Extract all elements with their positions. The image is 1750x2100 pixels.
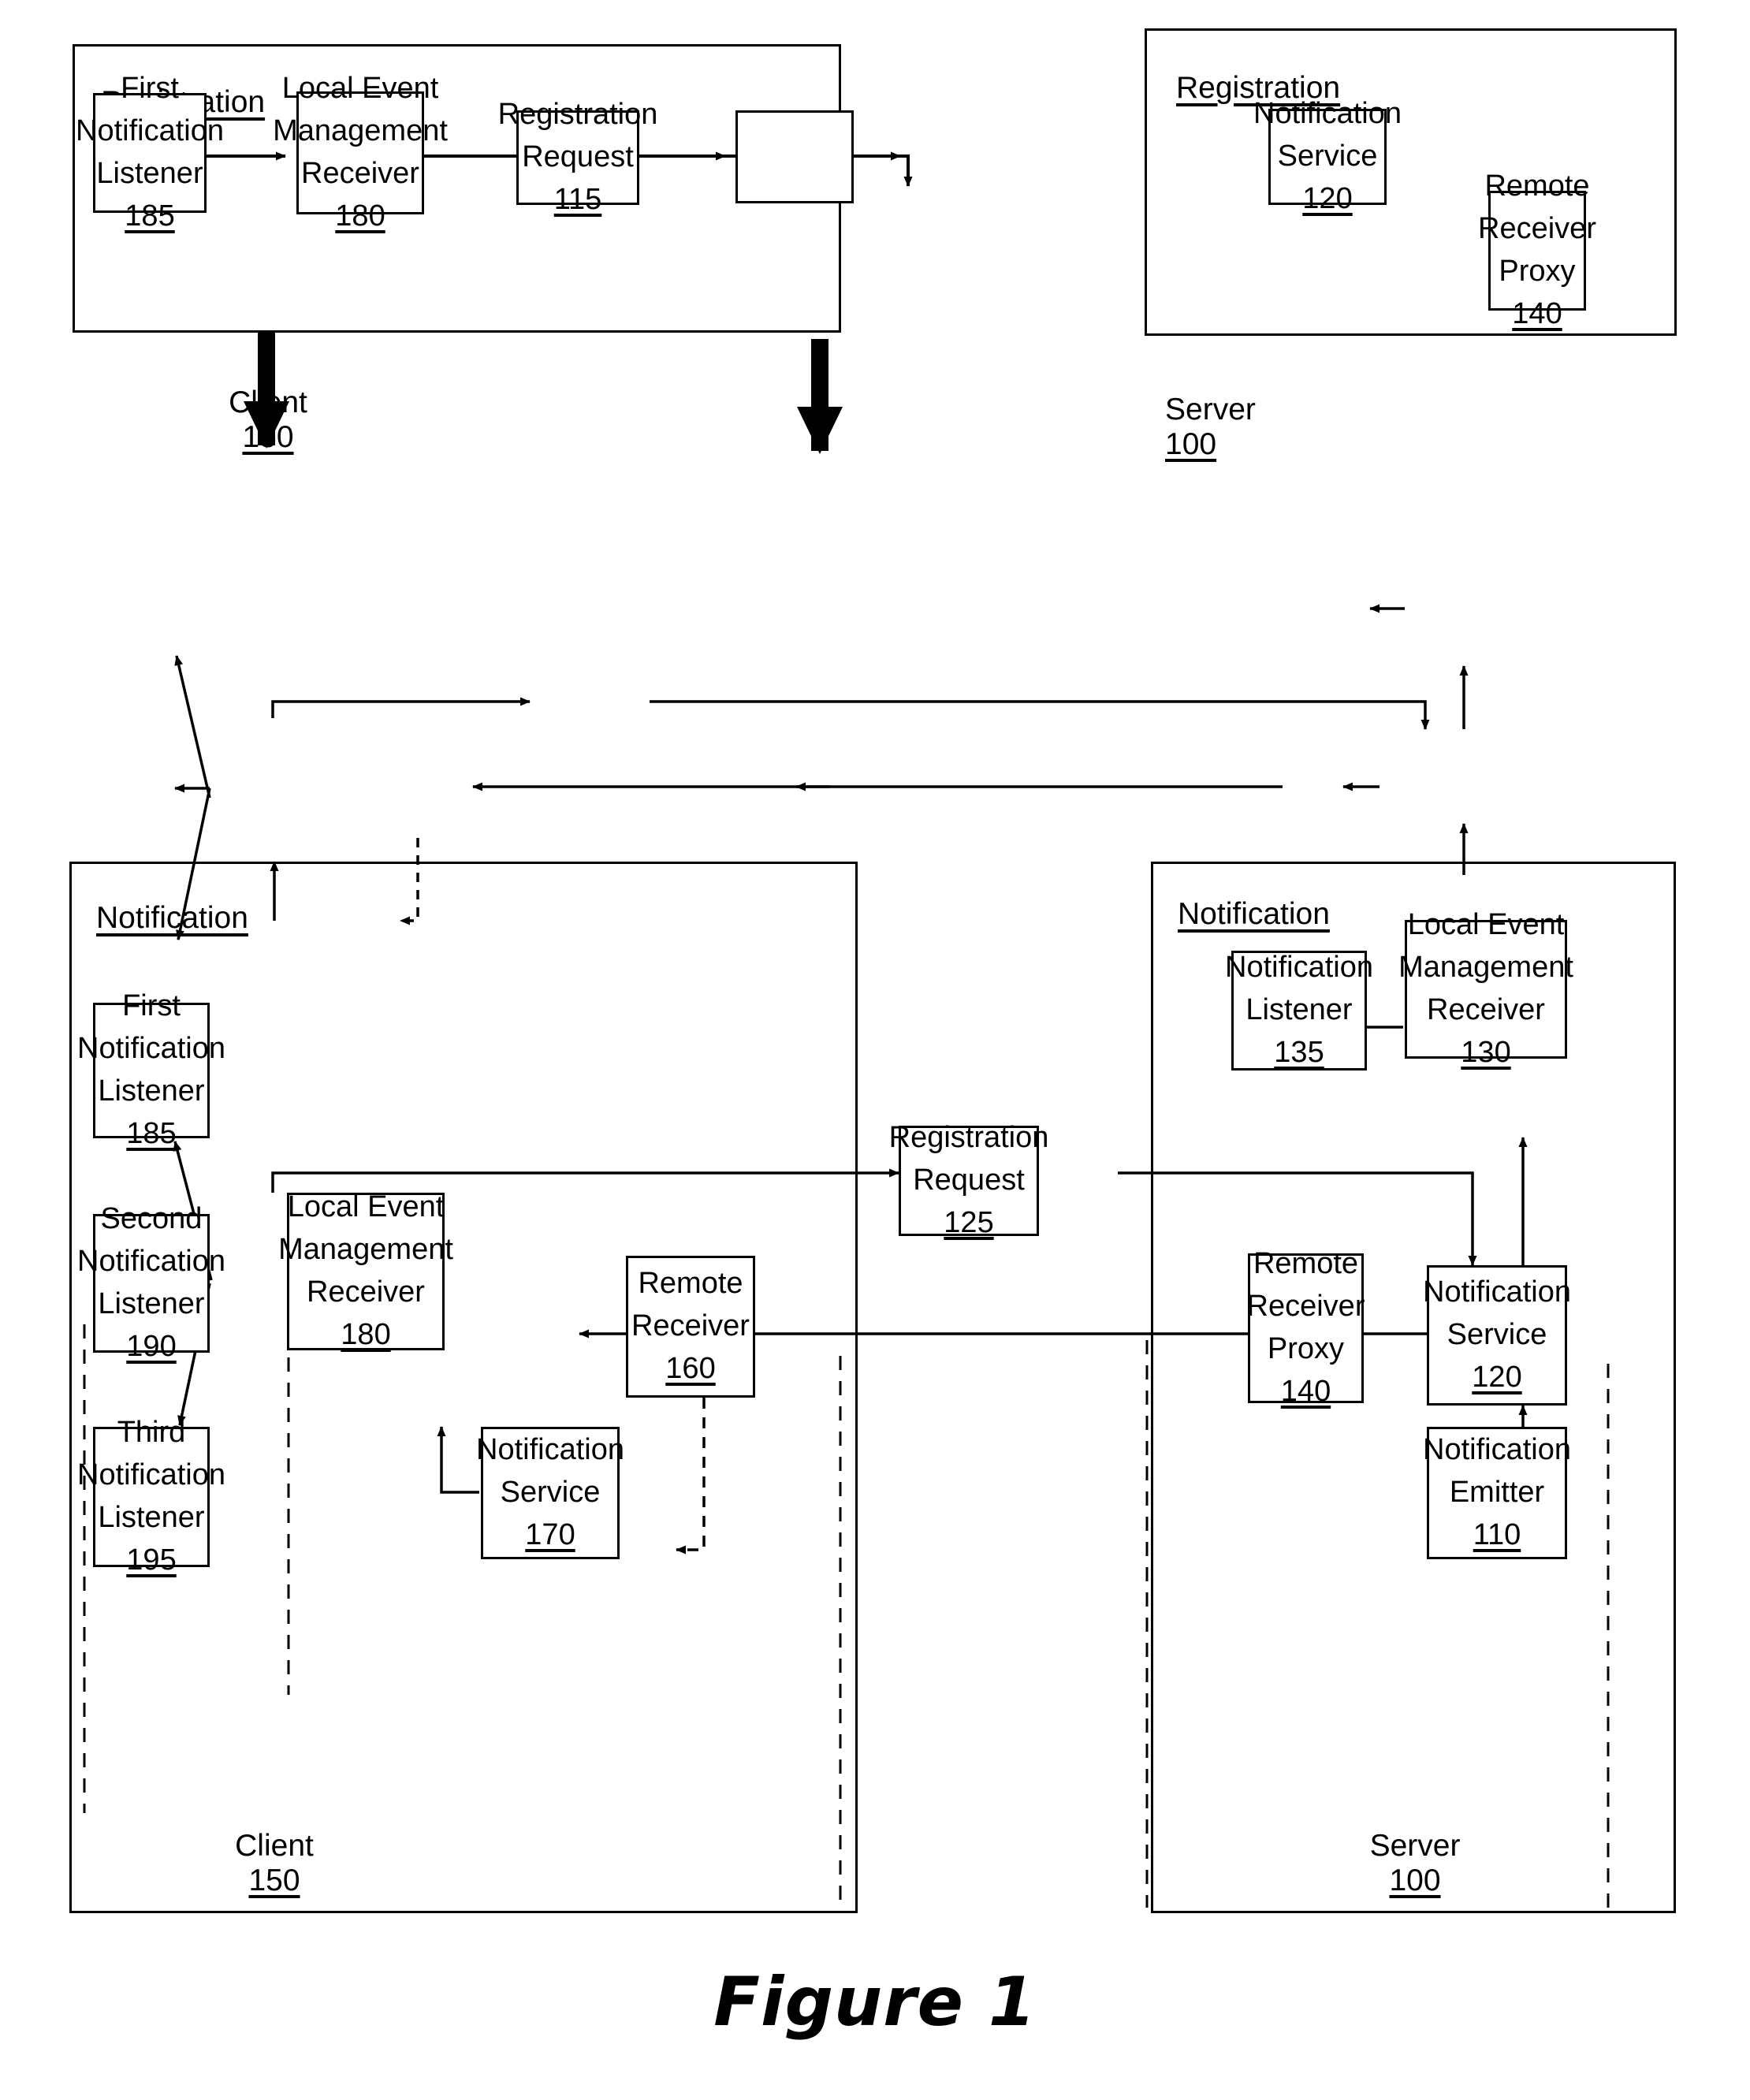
box-notif-notification-listener-135: Notification Listener 135 <box>1225 951 1373 1070</box>
server-label: Server <box>1165 393 1256 426</box>
arrow-125-to-120 <box>650 700 1430 730</box>
box-notif-remote-receiver-proxy-140: Remote Receiver Proxy 140 <box>1246 1247 1365 1408</box>
panel-client-notification-footer: Client 150 <box>203 1829 345 1897</box>
box-remote-receiver-proxy-140: Remote Receiver Proxy 140 <box>1478 169 1596 330</box>
client-ref: 150 <box>242 419 294 454</box>
client-notif-label: Client <box>235 1829 314 1863</box>
figure-caption: Figure 1 <box>713 1963 1037 2042</box>
box-notif-local-event-management-receiver-130: Local Event Management Receiver 130 <box>1398 908 1573 1069</box>
panel-client-notification-title: Notification <box>96 901 248 935</box>
box-registration-request-115: Registration Request 115 <box>497 98 658 216</box>
box-first-notification-listener-185: First Notification Listener 185 <box>76 72 224 233</box>
arrow-120-to-140 <box>849 155 913 187</box>
box-notif-notification-service-170: Notification Service 170 <box>476 1427 624 1559</box>
panel-server-notification-footer: Server 100 <box>1340 1829 1490 1897</box>
box-notif-second-notification-listener-190: Second Notification Listener 190 <box>77 1202 225 1363</box>
panel-client-registration-footer: Client 150 <box>197 385 339 454</box>
client-notif-ref: 150 <box>248 1863 300 1897</box>
box-notification-service-120: Notification Service 120 <box>1253 97 1402 215</box>
box-notif-remote-receiver-160: Remote Receiver 160 <box>626 1256 755 1398</box>
box-notif-notification-emitter-110: Notification Emitter 110 <box>1423 1427 1571 1559</box>
server-notif-ref: 100 <box>1389 1863 1441 1897</box>
server-ref: 100 <box>1165 426 1217 461</box>
flow-arrows <box>244 331 843 454</box>
box-notif-third-notification-listener-195: Third Notification Listener 195 <box>77 1416 225 1577</box>
client-label: Client <box>229 385 307 419</box>
box-registration-request-115-dup <box>735 110 854 203</box>
box-local-event-management-receiver-180: Local Event Management Receiver 180 <box>273 72 448 233</box>
box-notif-local-event-management-receiver-180: Local Event Management Receiver 180 <box>278 1190 453 1351</box>
box-notif-first-notification-listener-185: First Notification Listener 185 <box>77 989 225 1150</box>
box-notif-notification-service-120: Notification Service 120 <box>1423 1265 1571 1406</box>
arrow-180-to-125 <box>271 697 531 718</box>
panel-server-notification-title: Notification <box>1178 897 1330 931</box>
patent-figure-1: Registration Client 150 Registration Ser… <box>0 0 1750 2100</box>
server-notif-label: Server <box>1369 1829 1461 1863</box>
arrow-180-to-185 <box>174 655 211 799</box>
box-notif-registration-request-125: Registration Request 125 <box>888 1121 1049 1239</box>
panel-server-registration-footer: Server 100 <box>1165 393 1323 461</box>
